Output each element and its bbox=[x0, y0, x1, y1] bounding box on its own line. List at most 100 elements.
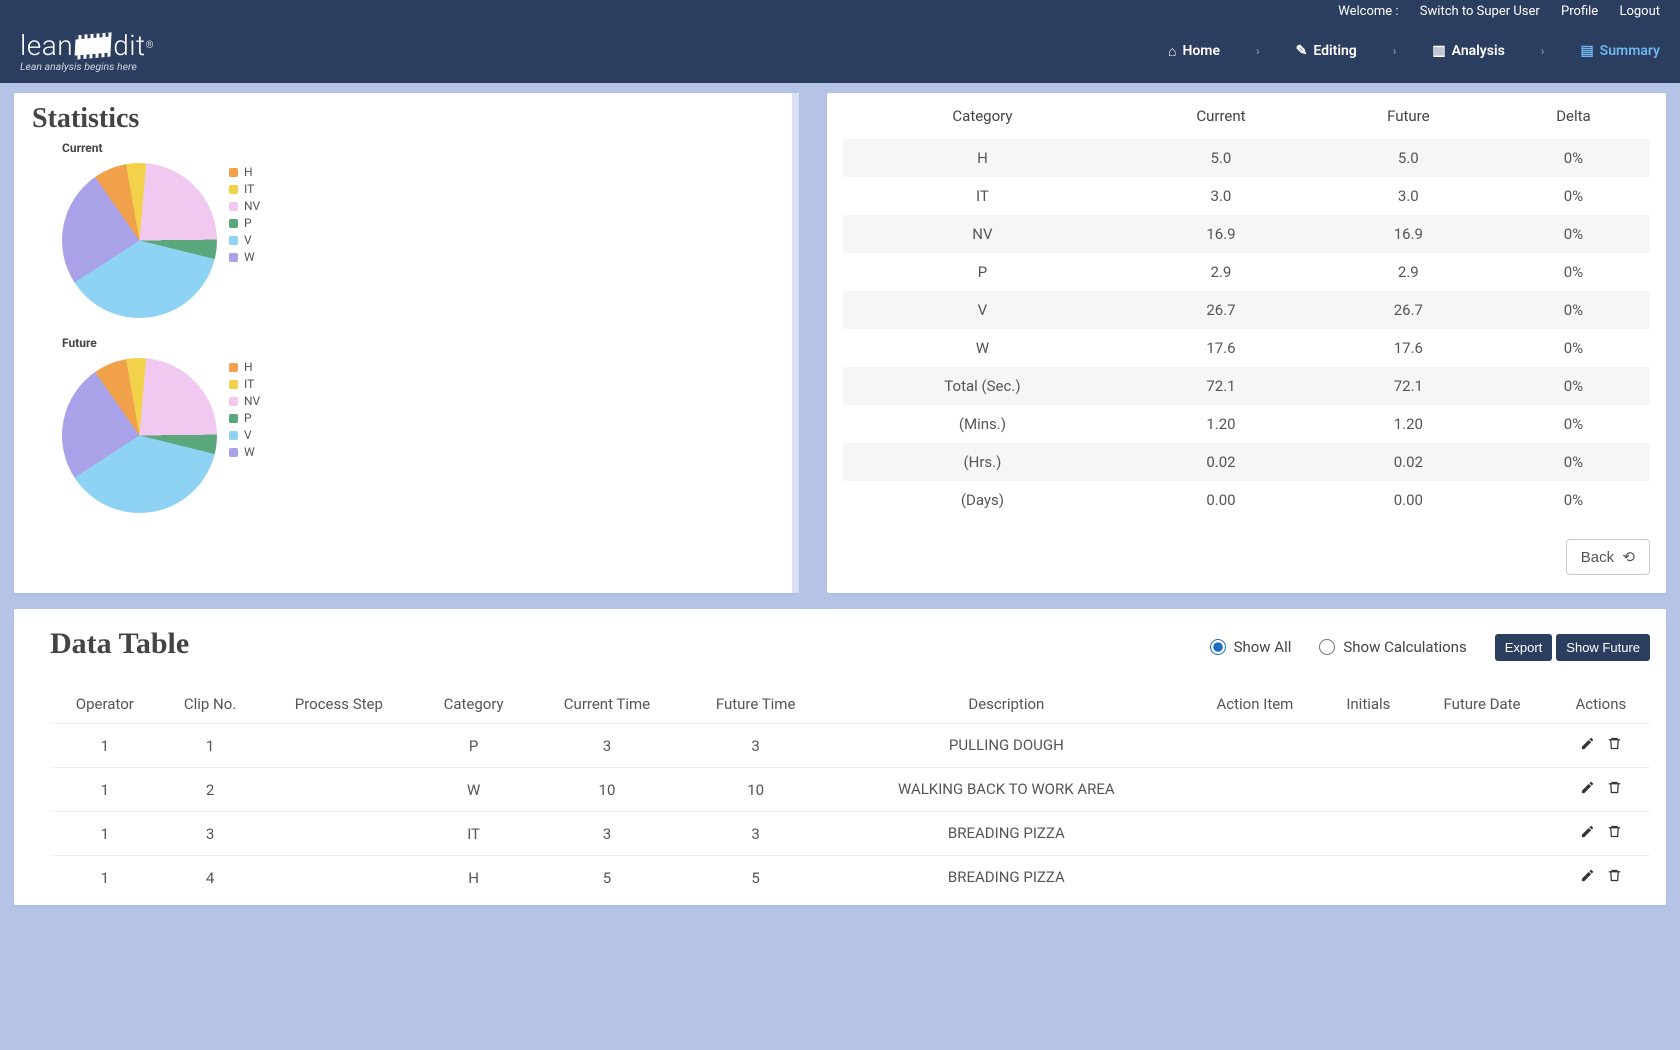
summary-cell: 0% bbox=[1497, 291, 1650, 329]
summary-cell: (Days) bbox=[843, 481, 1122, 519]
summary-cell: 16.9 bbox=[1122, 215, 1320, 253]
edit-icon[interactable] bbox=[1580, 780, 1595, 799]
summary-cell: 72.1 bbox=[1320, 367, 1497, 405]
data-cell-initials bbox=[1324, 768, 1412, 812]
data-cell-current: 10 bbox=[530, 768, 684, 812]
chevron-right-icon: › bbox=[1541, 44, 1545, 58]
summary-cell: 0.00 bbox=[1122, 481, 1320, 519]
summary-cell: 17.6 bbox=[1320, 329, 1497, 367]
nav-analysis[interactable]: ▥ Analysis bbox=[1432, 43, 1504, 59]
nav-home[interactable]: ⌂ Home bbox=[1168, 43, 1220, 60]
legend-item: NV bbox=[229, 199, 260, 213]
data-header-cell: Actions bbox=[1552, 685, 1650, 724]
summary-cell: 0% bbox=[1497, 481, 1650, 519]
legend-label: IT bbox=[244, 182, 254, 196]
legend-swatch bbox=[229, 448, 238, 457]
edit-icon[interactable] bbox=[1580, 824, 1595, 843]
summary-row: H5.05.00% bbox=[843, 139, 1650, 177]
legend-swatch bbox=[229, 397, 238, 406]
legend-label: NV bbox=[244, 394, 260, 408]
summary-cell: 0% bbox=[1497, 139, 1650, 177]
summary-header-cell: Current bbox=[1122, 93, 1320, 139]
data-cell-clip: 4 bbox=[160, 856, 261, 900]
summary-cell: (Mins.) bbox=[843, 405, 1122, 443]
delete-icon[interactable] bbox=[1607, 824, 1622, 843]
nav-summary[interactable]: ▤ Summary bbox=[1580, 43, 1660, 59]
logo-tagline: Lean analysis begins here bbox=[20, 60, 154, 73]
summary-cell: 16.9 bbox=[1320, 215, 1497, 253]
summary-cell: 26.7 bbox=[1122, 291, 1320, 329]
legend-label: V bbox=[244, 233, 252, 247]
legend-item: H bbox=[229, 165, 260, 179]
data-cell-initials bbox=[1324, 812, 1412, 856]
data-header-cell: Clip No. bbox=[160, 685, 261, 724]
data-cell-category: IT bbox=[417, 812, 530, 856]
statistics-card: Statistics CurrentHITNVPVWFutureHITNVPVW bbox=[14, 93, 799, 593]
edit-icon[interactable] bbox=[1580, 736, 1595, 755]
pie-chart bbox=[62, 163, 217, 318]
summary-cell: P bbox=[843, 253, 1122, 291]
back-button[interactable]: Back ⟲ bbox=[1566, 539, 1650, 575]
legend-item: H bbox=[229, 360, 260, 374]
logo[interactable]: lean dit ® Lean analysis begins here bbox=[20, 29, 154, 73]
summary-row: IT3.03.00% bbox=[843, 177, 1650, 215]
data-cell-date bbox=[1412, 768, 1551, 812]
summary-cell: 3.0 bbox=[1122, 177, 1320, 215]
edit-icon[interactable] bbox=[1580, 868, 1595, 887]
summary-cell: 0% bbox=[1497, 405, 1650, 443]
show-future-button[interactable]: Show Future bbox=[1556, 634, 1650, 661]
summary-cell: 0.02 bbox=[1320, 443, 1497, 481]
summary-cell: 0% bbox=[1497, 253, 1650, 291]
nav-editing-label: Editing bbox=[1313, 43, 1356, 59]
profile-link[interactable]: Profile bbox=[1561, 4, 1598, 19]
nav-analysis-label: Analysis bbox=[1452, 43, 1505, 59]
summary-cell: 0% bbox=[1497, 443, 1650, 481]
logo-text-right: dit bbox=[113, 29, 145, 62]
delete-icon[interactable] bbox=[1607, 780, 1622, 799]
nav-editing[interactable]: ✎ Editing bbox=[1296, 43, 1357, 59]
logout-link[interactable]: Logout bbox=[1619, 4, 1660, 19]
summary-cell: NV bbox=[843, 215, 1122, 253]
data-cell-process bbox=[260, 768, 417, 812]
summary-cell: 0.02 bbox=[1122, 443, 1320, 481]
data-cell-category: H bbox=[417, 856, 530, 900]
chart-title: Current bbox=[62, 141, 781, 155]
data-cell-description: BREADING PIZZA bbox=[827, 812, 1185, 856]
export-button[interactable]: Export bbox=[1495, 634, 1553, 661]
data-cell-date bbox=[1412, 812, 1551, 856]
data-cell-process bbox=[260, 856, 417, 900]
switch-user-link[interactable]: Switch to Super User bbox=[1420, 4, 1540, 19]
legend-item: P bbox=[229, 411, 260, 425]
summary-row: P2.92.90% bbox=[843, 253, 1650, 291]
delete-icon[interactable] bbox=[1607, 868, 1622, 887]
summary-row: V26.726.70% bbox=[843, 291, 1650, 329]
summary-cell: 2.9 bbox=[1122, 253, 1320, 291]
show-calc-radio-input[interactable] bbox=[1319, 639, 1335, 655]
summary-header-cell: Delta bbox=[1497, 93, 1650, 139]
data-cell-current: 3 bbox=[530, 812, 684, 856]
show-all-radio-input[interactable] bbox=[1210, 639, 1226, 655]
data-cell-current: 3 bbox=[530, 724, 684, 768]
show-calc-radio[interactable]: Show Calculations bbox=[1319, 638, 1466, 656]
data-cell-actions bbox=[1552, 724, 1650, 768]
legend-swatch bbox=[229, 185, 238, 194]
summary-cell: IT bbox=[843, 177, 1122, 215]
data-cell-future: 5 bbox=[684, 856, 827, 900]
summary-cell: Total (Sec.) bbox=[843, 367, 1122, 405]
show-calc-label: Show Calculations bbox=[1343, 638, 1466, 656]
statistics-title: Statistics bbox=[32, 103, 781, 135]
summary-row: W17.617.60% bbox=[843, 329, 1650, 367]
pie-chart bbox=[62, 358, 217, 513]
legend-label: IT bbox=[244, 377, 254, 391]
data-header-cell: Future Date bbox=[1412, 685, 1551, 724]
edit-icon: ✎ bbox=[1296, 43, 1308, 59]
chevron-right-icon: › bbox=[1256, 44, 1260, 58]
chart-legend: HITNVPVW bbox=[229, 360, 260, 459]
data-header-cell: Description bbox=[827, 685, 1185, 724]
show-all-radio[interactable]: Show All bbox=[1210, 638, 1292, 656]
legend-label: P bbox=[244, 216, 252, 230]
delete-icon[interactable] bbox=[1607, 736, 1622, 755]
summary-header-cell: Category bbox=[843, 93, 1122, 139]
data-cell-clip: 1 bbox=[160, 724, 261, 768]
summary-cell: (Hrs.) bbox=[843, 443, 1122, 481]
